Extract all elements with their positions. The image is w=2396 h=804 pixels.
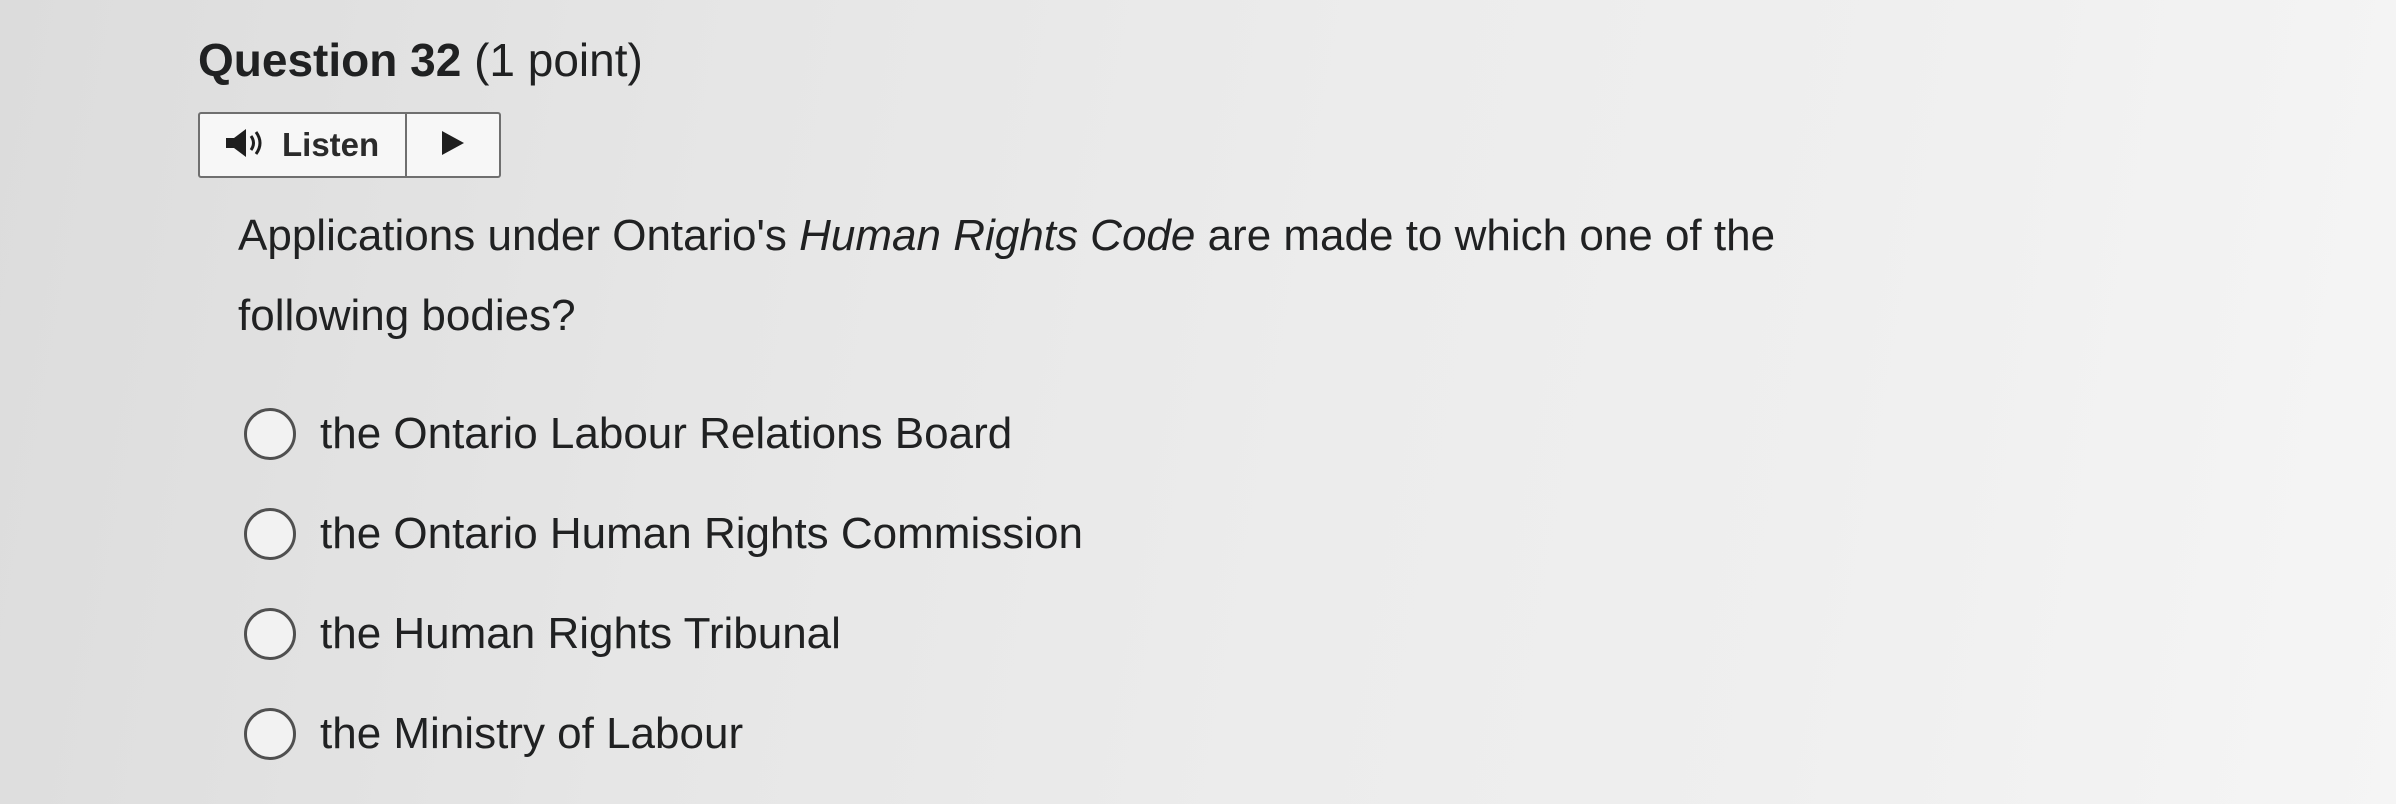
play-button[interactable] [407,114,499,176]
answer-label: the Ontario Human Rights Commission [320,509,1083,558]
radio-button[interactable] [244,608,296,660]
answer-label: the Ontario Labour Relations Board [320,409,1013,458]
answer-option-4[interactable]: the Ministry of Labour [244,684,1083,784]
play-icon [440,129,466,162]
answer-option-2[interactable]: the Ontario Human Rights Commission [244,484,1083,584]
question-title: Question 32 (1 point) [198,30,1998,90]
question-points: (1 point) [474,34,643,86]
question-header: Question 32 (1 point) [198,30,1998,90]
radio-button[interactable] [244,508,296,560]
answer-options: the Ontario Labour Relations Board the O… [244,384,1083,784]
radio-button[interactable] [244,708,296,760]
listen-label: Listen [282,126,380,163]
question-number: Question 32 [198,34,462,86]
answer-option-3[interactable]: the Human Rights Tribunal [244,584,1083,684]
answer-option-1[interactable]: the Ontario Labour Relations Board [244,384,1083,484]
question-prompt: Applications under Ontario's Human Right… [238,196,1938,356]
listen-widget: Listen [198,112,502,178]
prompt-emphasis: Human Rights Code [799,211,1196,260]
speaker-icon [224,127,268,164]
prompt-text-before: Applications under Ontario's [238,211,800,260]
answer-label: the Human Rights Tribunal [320,609,841,658]
radio-button[interactable] [244,408,296,460]
answer-label: the Ministry of Labour [320,709,744,758]
listen-button[interactable]: Listen [200,114,408,176]
